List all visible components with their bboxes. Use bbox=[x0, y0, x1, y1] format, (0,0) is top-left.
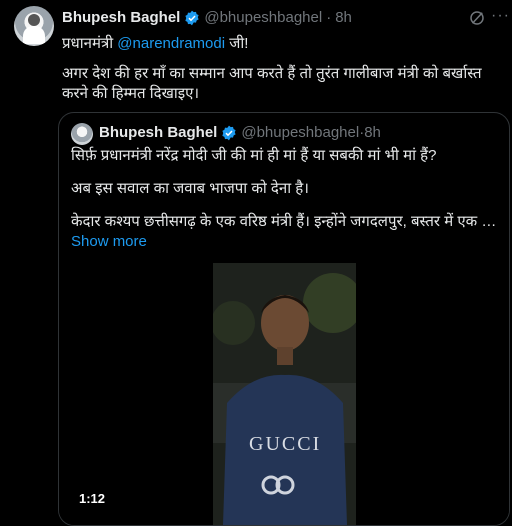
show-more-link[interactable]: Show more bbox=[71, 233, 147, 250]
video-duration: 1:12 bbox=[79, 491, 106, 506]
quoted-tweet[interactable]: Bhupesh Baghel @bhupeshbaghel · 8h सिर्फ… bbox=[58, 112, 510, 526]
shirt-brand-text: GUCCI bbox=[249, 433, 322, 455]
quoted-text-line3: केदार कश्यप छत्तीसगढ़ के एक वरिष्ठ मंत्र… bbox=[71, 213, 497, 230]
tweet-time[interactable]: 8h bbox=[335, 9, 352, 26]
quoted-text-line2: अब इस सवाल का जवाब भाजपा को देना है। bbox=[71, 180, 309, 197]
verified-badge-icon bbox=[185, 10, 199, 25]
quoted-tweet-time: 8h bbox=[364, 124, 381, 141]
quoted-author-avatar bbox=[71, 123, 93, 145]
author-avatar[interactable] bbox=[14, 6, 54, 46]
quoted-tweet-header: Bhupesh Baghel @bhupeshbaghel · 8h bbox=[99, 124, 381, 141]
separator-dot: · bbox=[326, 9, 332, 26]
quoted-author-name: Bhupesh Baghel bbox=[99, 124, 218, 141]
tweet-header: Bhupesh Baghel @bhupeshbaghel · 8h bbox=[62, 9, 352, 26]
tweet-text-line1: प्रधानमंत्री @narendramodi जी! bbox=[62, 33, 248, 53]
verified-badge-icon bbox=[222, 125, 236, 140]
author-handle[interactable]: @bhupeshbaghel bbox=[204, 9, 322, 26]
more-options-icon[interactable]: ··· bbox=[491, 8, 509, 27]
tweet: Bhupesh Baghel @bhupeshbaghel · 8h ··· प… bbox=[0, 0, 512, 526]
mention-link[interactable]: @narendramodi bbox=[117, 35, 225, 52]
tweet-body: अगर देश की हर माँ का सम्मान आप करते हैं … bbox=[62, 65, 482, 102]
video-frame bbox=[213, 263, 356, 525]
author-name[interactable]: Bhupesh Baghel bbox=[62, 9, 180, 26]
quoted-author-handle: @bhupeshbaghel bbox=[241, 124, 360, 141]
quoted-text-line1: सिर्फ़ प्रधानमंत्री नरेंद्र मोदी जी की म… bbox=[71, 147, 437, 164]
grok-icon[interactable] bbox=[468, 9, 486, 27]
tweet-text-suffix: जी! bbox=[229, 35, 249, 52]
tweet-text-prefix: प्रधानमंत्री bbox=[62, 35, 114, 52]
video-player[interactable]: GUCCI 1:12 bbox=[59, 263, 509, 525]
